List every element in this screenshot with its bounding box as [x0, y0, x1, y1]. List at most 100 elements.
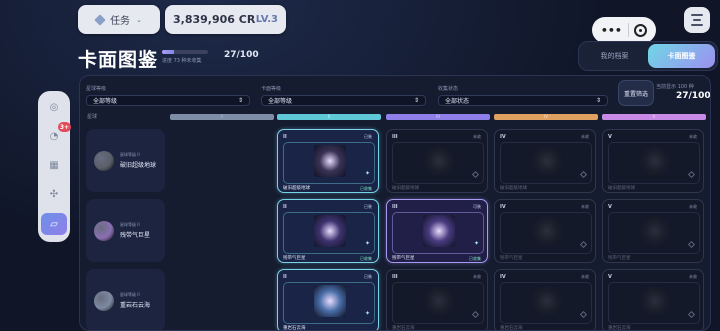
skin-card[interactable]: II 已装 破旧超级地球 已收集 ✦	[277, 129, 379, 193]
close-mini-program-icon[interactable]	[634, 23, 648, 37]
skin-card[interactable]: V 未收 重岩石云海	[602, 269, 704, 331]
skin-card[interactable]: III 未收 重岩石云海	[386, 269, 488, 330]
progress-count: 27/100	[224, 50, 259, 60]
display-count-label: 当前显示 100 种	[656, 84, 694, 90]
planet-icon	[94, 220, 114, 241]
card-tag: 未收	[581, 204, 589, 209]
planet-cell[interactable]: 星球等级 II 破旧超级地球	[86, 129, 165, 192]
card-icon[interactable]: ▱	[41, 213, 67, 235]
notification-badge: 3+	[58, 122, 71, 132]
card-art	[639, 215, 671, 247]
skin-card[interactable]: II 已装 残带气巨星 已收集 ✦	[277, 199, 379, 263]
skin-card[interactable]: II 已装重岩石云海 ✦	[277, 269, 379, 331]
card-grade-value: 全部等级	[268, 98, 293, 105]
skin-card[interactable]: IV 未收 重岩石云海	[494, 269, 596, 330]
card-rank: III	[392, 204, 398, 210]
display-count: 27/100	[676, 91, 711, 101]
menu-line-icon	[691, 24, 703, 26]
card-rank: III	[392, 134, 398, 140]
card-tag: 未收	[473, 134, 481, 139]
card-status: 已收集	[360, 256, 372, 261]
level-badge: LV.3	[255, 14, 278, 25]
card-tag: 未收	[581, 134, 589, 139]
card-tag: 可装	[473, 204, 481, 209]
collect-value: 全部状态	[445, 98, 470, 105]
move-icon[interactable]: ✣	[42, 184, 66, 205]
card-tag: 已装	[364, 204, 372, 209]
card-grade-filter-label: 卡面等级	[261, 86, 282, 92]
chevron-updown-icon: ⇕	[595, 97, 601, 104]
card-name: 破旧超级地球	[392, 186, 419, 191]
skin-card[interactable]: III 未收破旧超级地球	[386, 129, 488, 193]
capsule-divider	[627, 23, 629, 37]
more-icon[interactable]: •••	[601, 24, 622, 37]
progress-fill	[162, 50, 175, 54]
card-rank: V	[608, 274, 612, 280]
skin-card[interactable]: V 未收 破旧超级地球	[602, 129, 704, 193]
card-art	[531, 215, 563, 247]
card-rank: IV	[500, 274, 506, 280]
page-title: 卡面图鉴	[78, 49, 159, 71]
planet-meta: 星球等级 II 残带气巨星	[120, 222, 150, 239]
sparkle-icon: ✦	[364, 170, 370, 177]
planet-name: 破旧超级地球	[120, 162, 157, 169]
card-art	[531, 285, 563, 317]
collect-filter-label: 收集状态	[438, 86, 459, 92]
card-tag: 未收	[581, 274, 589, 279]
collect-select[interactable]: 全部状态 ⇕	[438, 95, 608, 106]
collection-progress: 进度 73 种未收集	[162, 50, 208, 64]
chevron-updown-icon: ⇕	[237, 97, 243, 104]
card-name: 残带气巨星	[500, 256, 523, 261]
card-rank: II	[283, 274, 287, 280]
card-tag: 已装	[364, 274, 372, 279]
planet-level: 星球等级 II	[120, 152, 140, 157]
task-label: 任务	[110, 16, 131, 27]
card-art	[639, 285, 671, 317]
card-rank: V	[608, 204, 612, 210]
skin-card[interactable]: IV 未收 破旧超级地球	[494, 129, 596, 193]
menu-line-icon	[691, 14, 703, 16]
card-art	[423, 285, 455, 317]
card-art	[639, 145, 671, 177]
card-name: 重岩石云海	[283, 326, 306, 331]
planet-cell[interactable]: 星球等级 II 重岩石云海	[86, 269, 165, 330]
planet-level: 星球等级 II	[120, 292, 140, 297]
chevron-down-icon: ⌄	[136, 15, 142, 24]
card-grade-select[interactable]: 全部等级 ⇕	[261, 95, 426, 106]
chevron-updown-icon: ⇕	[413, 97, 419, 104]
planet-meta: 星球等级 II 破旧超级地球	[120, 152, 156, 169]
planet-column-header: 星球	[87, 114, 98, 120]
grade-header-1: I	[170, 114, 274, 120]
progress-track	[162, 50, 208, 54]
planet-name: 重岩石云海	[120, 302, 151, 309]
card-tag: 未收	[473, 274, 481, 279]
card-rank: IV	[500, 204, 506, 210]
grade-header-3: III	[386, 114, 490, 120]
card-art	[531, 145, 563, 177]
card-status: 已收集	[360, 186, 372, 191]
grid-icon[interactable]: ▦	[42, 155, 66, 176]
skin-card[interactable]: IV 未收残带气巨星	[494, 199, 596, 263]
card-name: 重岩石云海	[608, 326, 631, 331]
skin-card[interactable]: III 可装残带气巨星 已收集 ✦	[386, 199, 488, 263]
card-rank: V	[608, 134, 612, 140]
sparkle-icon: ✦	[364, 310, 370, 317]
planet-cell[interactable]: 星球等级 II 残带气巨星	[86, 199, 165, 262]
sparkle-icon: ✦	[473, 240, 479, 247]
card-rank: III	[392, 274, 398, 280]
reset-filter-button[interactable]: 重置筛选	[618, 80, 654, 106]
card-status: 已收集	[469, 256, 481, 261]
planet-grade-select[interactable]: 全部等级 ⇕	[86, 95, 250, 106]
card-tag: 已装	[364, 134, 372, 139]
orbit-icon[interactable]: ◎	[42, 97, 66, 118]
tab-archive[interactable]: 我的档案	[581, 44, 648, 68]
planet-grade-filter-label: 星球等级	[86, 86, 107, 92]
credits-value: 3,839,906 CR	[173, 13, 256, 26]
card-tag: 未收	[689, 134, 697, 139]
planet-meta: 星球等级 II 重岩石云海	[120, 292, 150, 309]
tab-gallery[interactable]: 卡面图鉴	[648, 44, 715, 68]
menu-button[interactable]	[684, 7, 710, 33]
card-name: 残带气巨星	[392, 256, 415, 261]
skin-card[interactable]: V 未收 残带气巨星	[602, 199, 704, 263]
task-button[interactable]: 任务 ⌄	[78, 5, 160, 34]
